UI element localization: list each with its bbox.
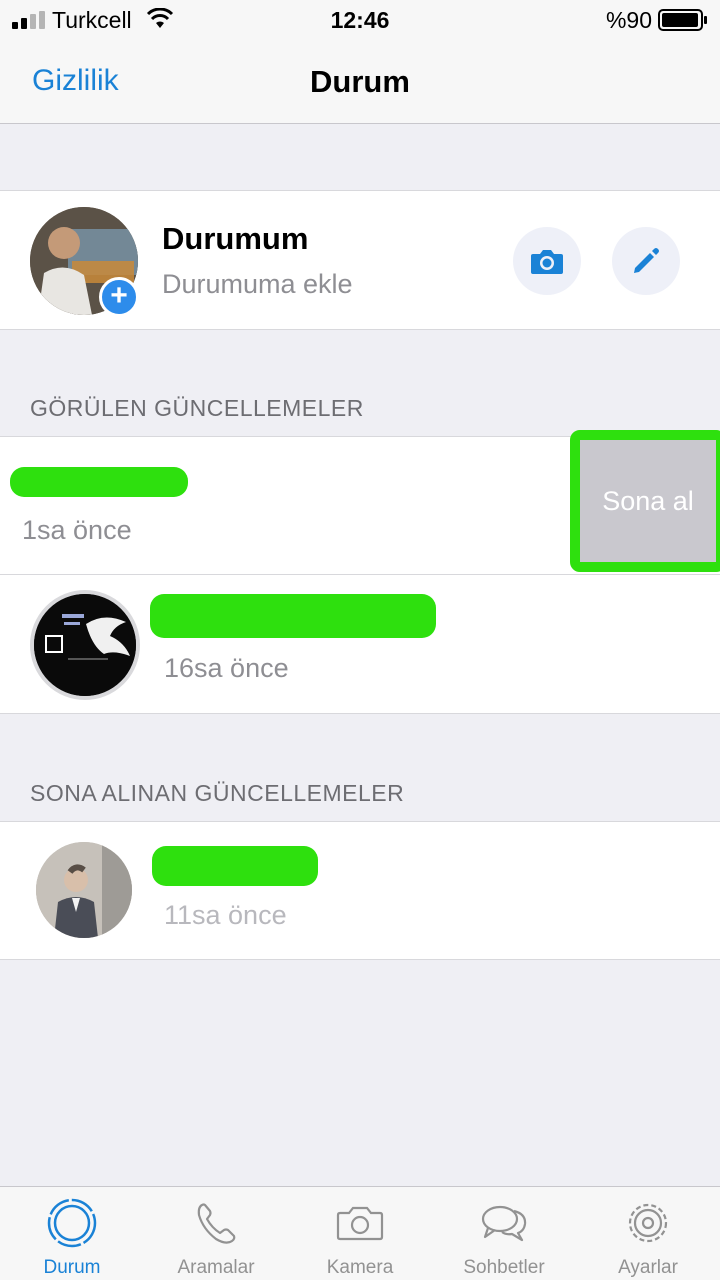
tab-label: Durum — [43, 1257, 101, 1278]
phone-icon — [197, 1203, 236, 1244]
text-status-button[interactable] — [612, 227, 680, 295]
tab-chats[interactable]: Sohbetler — [432, 1187, 576, 1280]
battery-icon — [658, 9, 707, 31]
tab-label: Sohbetler — [463, 1257, 545, 1278]
tab-bar: Durum Aramalar Kamera Sohbetler Ayarlar — [0, 1186, 720, 1280]
mute-swipe-button[interactable]: Sona al — [570, 430, 720, 572]
my-status-subtitle: Durumuma ekle — [162, 269, 353, 299]
mute-button-label: Sona al — [602, 485, 694, 516]
navigation-bar: Gizlilik Durum — [0, 40, 720, 124]
camera-icon — [531, 250, 563, 274]
redacted-contact-name — [152, 846, 318, 886]
my-status-row[interactable]: + Durumum Durumuma ekle — [0, 190, 720, 330]
status-time: 11sa önce — [164, 900, 287, 930]
viewed-updates-header: GÖRÜLEN GÜNCELLEMELER — [30, 395, 364, 421]
chat-bubbles-icon — [481, 1205, 527, 1242]
pencil-icon — [634, 248, 659, 273]
tab-label: Aramalar — [177, 1257, 255, 1278]
page-title: Durum — [310, 64, 410, 99]
avatar-photo — [34, 594, 136, 696]
tab-label: Ayarlar — [618, 1257, 678, 1278]
status-time: 1sa önce — [22, 515, 132, 545]
tab-settings[interactable]: Ayarlar — [576, 1187, 720, 1280]
status-bar: Turkcell 12:46 %90 — [0, 0, 720, 40]
my-status-title: Durumum — [162, 221, 309, 256]
add-status-icon[interactable]: + — [99, 277, 139, 317]
gear-icon — [628, 1203, 668, 1243]
tab-label: Kamera — [326, 1257, 394, 1278]
contact-avatar[interactable] — [30, 590, 140, 700]
tab-calls[interactable]: Aramalar — [144, 1187, 288, 1280]
tab-status[interactable]: Durum — [0, 1187, 144, 1280]
avatar-photo — [36, 842, 132, 938]
status-time: 16sa önce — [164, 653, 289, 683]
camera-icon — [336, 1206, 384, 1241]
muted-updates-header: SONA ALINAN GÜNCELLEMELER — [30, 780, 405, 806]
battery-percentage: %90 — [605, 7, 652, 33]
redacted-contact-name — [10, 467, 188, 497]
status-ring-icon — [47, 1198, 97, 1248]
contact-avatar[interactable] — [36, 842, 132, 938]
redacted-contact-name — [150, 594, 436, 638]
tab-camera[interactable]: Kamera — [288, 1187, 432, 1280]
camera-status-button[interactable] — [513, 227, 581, 295]
